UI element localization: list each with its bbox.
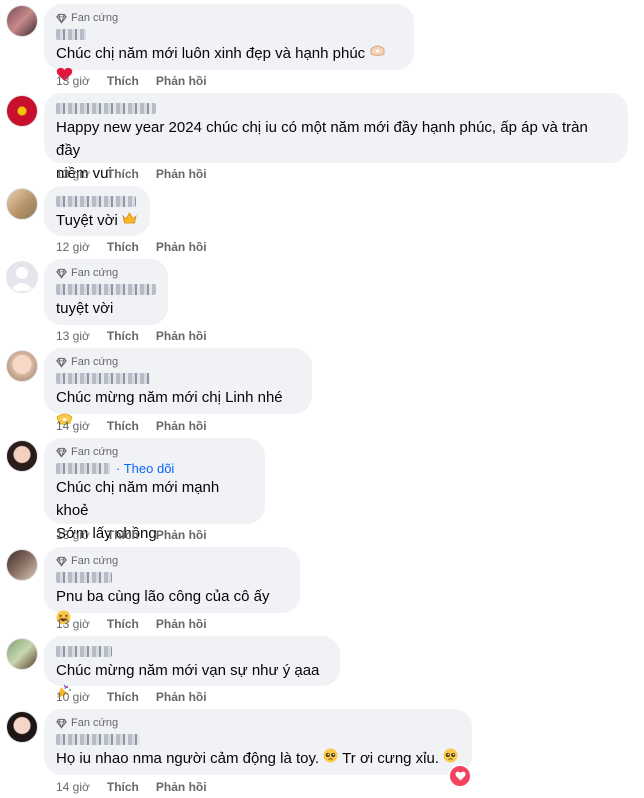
avatar[interactable] <box>6 5 38 37</box>
comment-actions: 13 giờ Thích Phản hồi <box>56 617 207 631</box>
badge-label: Fan cứng <box>71 555 119 567</box>
fan-badge: Fan cứng <box>56 445 253 459</box>
comment-bubble: Fan cứng · Theo dõi Chúc chị năm mới mạn… <box>44 438 265 542</box>
comment-actions: 14 giờ Thích Phản hồi <box>56 419 207 433</box>
avatar[interactable] <box>6 638 38 670</box>
avatar[interactable] <box>6 440 38 472</box>
comment-actions: 13 giờ Thích Phản hồi <box>56 74 207 88</box>
fan-badge: Fan cứng <box>56 716 460 730</box>
diamond-icon <box>56 357 67 368</box>
comment-time[interactable]: 10 giờ <box>56 690 90 704</box>
heart-hands-icon <box>369 42 386 66</box>
badge-label: Fan cứng <box>71 267 119 279</box>
fan-badge: Fan cứng <box>56 11 402 25</box>
fan-badge: Fan cứng <box>56 355 300 369</box>
comment-text: Họ iu nhao nma người cảm động là toy. Tr… <box>56 747 460 771</box>
commenter-name[interactable] <box>56 643 328 659</box>
fan-badge: Fan cứng <box>56 266 156 280</box>
commenter-name[interactable] <box>56 193 138 209</box>
comment-actions: 14 giờ Thích Phản hồi <box>56 780 207 794</box>
comment-actions: 10 giờ Thích Phản hồi <box>56 690 207 704</box>
comment-bubble: Happy new year 2024 chúc chị iu có một n… <box>44 93 628 182</box>
diamond-icon <box>56 718 67 729</box>
comment-bubble: Tuyệt vời <box>44 186 150 236</box>
commenter-name[interactable] <box>56 26 402 42</box>
avatar[interactable] <box>6 188 38 220</box>
reply-link[interactable]: Phản hồi <box>156 167 207 181</box>
comment-bubble: Fan cứng tuyệt vời <box>44 259 168 325</box>
follow-link[interactable]: · Theo dõi <box>116 461 174 476</box>
comment-time[interactable]: 13 giờ <box>56 167 90 181</box>
default-user-icon <box>10 267 34 291</box>
like-link[interactable]: Thích <box>107 167 139 181</box>
commenter-name[interactable] <box>56 569 288 585</box>
comment-time[interactable]: 13 giờ <box>56 617 90 631</box>
diamond-icon <box>56 447 67 458</box>
comment-text: tuyệt vời <box>56 300 114 317</box>
comment-actions: 12 giờ Thích Phản hồi <box>56 240 207 254</box>
reply-link[interactable]: Phản hồi <box>156 74 207 88</box>
commenter-name[interactable] <box>56 100 616 116</box>
avatar[interactable] <box>6 261 38 293</box>
avatar[interactable] <box>6 350 38 382</box>
diamond-icon <box>56 268 67 279</box>
commenter-name[interactable] <box>56 731 460 747</box>
comment-bubble: Fan cứng Chúc chị năm mới luôn xinh đẹp … <box>44 4 414 82</box>
comment-bubble: Chúc mừng năm mới vạn sự như ý ạaa <box>44 636 340 699</box>
comment-time[interactable]: 14 giờ <box>56 780 90 794</box>
comment-actions: 13 giờ Thích Phản hồi <box>56 329 207 343</box>
comment-time[interactable]: 13 giờ <box>56 74 90 88</box>
comment-bubble: Fan cứng Pnu ba cùng lão công của cô ấy <box>44 547 300 625</box>
comment-time[interactable]: 13 giờ <box>56 329 90 343</box>
reaction-heart-badge[interactable] <box>448 764 472 788</box>
like-link[interactable]: Thích <box>107 419 139 433</box>
badge-label: Fan cứng <box>71 446 119 458</box>
like-link[interactable]: Thích <box>107 329 139 343</box>
avatar[interactable] <box>6 711 38 743</box>
reply-link[interactable]: Phản hồi <box>156 329 207 343</box>
badge-label: Fan cứng <box>71 12 119 24</box>
like-link[interactable]: Thích <box>107 74 139 88</box>
diamond-icon <box>56 556 67 567</box>
reply-link[interactable]: Phản hồi <box>156 240 207 254</box>
comment-time[interactable]: 13 giờ <box>56 528 90 542</box>
avatar[interactable] <box>6 95 38 127</box>
badge-label: Fan cứng <box>71 356 119 368</box>
like-link[interactable]: Thích <box>107 617 139 631</box>
comment-actions: 13 giờ Thích Phản hồi <box>56 528 207 542</box>
reply-link[interactable]: Phản hồi <box>156 419 207 433</box>
comment-bubble: Fan cứng Chúc mừng năm mới chị Linh nhé <box>44 348 312 425</box>
heart-icon <box>454 771 466 781</box>
avatar[interactable] <box>6 549 38 581</box>
commenter-name[interactable] <box>56 281 156 297</box>
comment-time[interactable]: 14 giờ <box>56 419 90 433</box>
commenter-name[interactable] <box>56 370 300 386</box>
fan-badge: Fan cứng <box>56 554 288 568</box>
comment-actions: 13 giờ Thích Phản hồi <box>56 167 207 181</box>
comment-text: Tuyệt vời <box>56 209 138 233</box>
like-link[interactable]: Thích <box>107 240 139 254</box>
like-link[interactable]: Thích <box>107 690 139 704</box>
comment-time[interactable]: 12 giờ <box>56 240 90 254</box>
pleading-face-icon <box>323 747 338 771</box>
like-link[interactable]: Thích <box>107 528 139 542</box>
diamond-icon <box>56 13 67 24</box>
reply-link[interactable]: Phản hồi <box>156 528 207 542</box>
like-link[interactable]: Thích <box>107 780 139 794</box>
crown-icon <box>122 209 137 233</box>
commenter-name[interactable]: · Theo dõi <box>56 460 253 476</box>
comment-bubble: Fan cứng Họ iu nhao nma người cảm động l… <box>44 709 472 775</box>
reply-link[interactable]: Phản hồi <box>156 617 207 631</box>
badge-label: Fan cứng <box>71 717 119 729</box>
reply-link[interactable]: Phản hồi <box>156 690 207 704</box>
reply-link[interactable]: Phản hồi <box>156 780 207 794</box>
